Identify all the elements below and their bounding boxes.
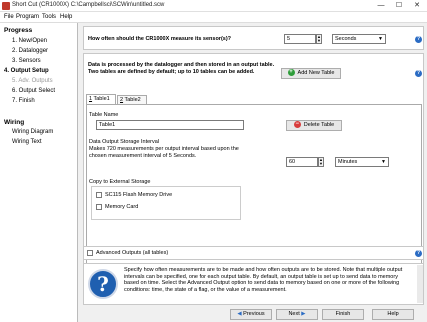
- info-icon: ?: [88, 269, 118, 299]
- help-icon[interactable]: ?: [415, 250, 422, 257]
- delete-icon: −: [293, 121, 301, 129]
- copy-storage-label: Copy to External Storage: [89, 179, 151, 185]
- menu-file[interactable]: File: [4, 14, 14, 20]
- advanced-outputs-checkbox[interactable]: [87, 250, 93, 256]
- add-icon: +: [287, 69, 295, 77]
- chevron-down-icon: ▼: [378, 36, 383, 42]
- window-title: Short Cut (CR1000X) C:\Campbellsci\SCWin…: [12, 2, 165, 8]
- wiring-header: Wiring: [4, 119, 25, 126]
- memory-card-checkbox[interactable]: [96, 204, 102, 210]
- tab-table1-num: 1: [89, 96, 93, 102]
- menu-tools[interactable]: Tools: [42, 14, 56, 20]
- table-name-input[interactable]: Table1: [96, 120, 244, 130]
- interval-description: Makes 720 measurements per output interv…: [89, 146, 239, 159]
- help-button[interactable]: Help: [372, 309, 414, 320]
- tables-panel: Data is processed by the datalogger and …: [83, 53, 424, 265]
- step-new-open[interactable]: 1. New/Open: [12, 38, 47, 44]
- title-bar: Short Cut (CR1000X) C:\Campbellsci\SCWin…: [0, 0, 427, 12]
- tables-info-text: Data is processed by the datalogger and …: [88, 62, 275, 75]
- output-interval-input[interactable]: 60: [286, 157, 318, 167]
- step-sensors[interactable]: 3. Sensors: [12, 58, 41, 64]
- tab-table2-label: Table2: [124, 97, 141, 103]
- tab-content: Table Name Table1 − Delete Table Data Out…: [86, 104, 422, 264]
- arrow-right-icon: ▶: [301, 311, 306, 317]
- info-panel: ? Specify how often measurements are to …: [83, 263, 424, 305]
- interval-label: Data Output Storage Interval: [89, 139, 160, 145]
- step-adv-outputs: 5. Adv. Outputs: [12, 78, 53, 84]
- arrow-left-icon: ◀: [237, 311, 242, 317]
- measure-interval-input[interactable]: 5: [284, 34, 316, 44]
- output-interval-spinner[interactable]: ▲ ▼: [318, 157, 324, 167]
- output-unit-select[interactable]: Minutes ▼: [335, 157, 389, 167]
- next-button[interactable]: Next ▶: [276, 309, 318, 320]
- sc115-label: SC115 Flash Memory Drive: [105, 192, 173, 198]
- menu-program[interactable]: Program: [16, 14, 39, 20]
- previous-label: Previous: [243, 311, 265, 317]
- measure-panel: How often should the CR1000X measure its…: [83, 26, 424, 50]
- sidebar: Progress 1. New/Open 2. Datalogger 3. Se…: [0, 23, 78, 322]
- sc115-checkbox[interactable]: [96, 192, 102, 198]
- step-output-select[interactable]: 6. Output Select: [12, 88, 55, 94]
- next-label: Next: [288, 311, 300, 317]
- help-icon[interactable]: ?: [415, 70, 422, 77]
- previous-button[interactable]: ◀ Previous: [230, 309, 272, 320]
- maximize-button[interactable]: ☐: [390, 0, 408, 12]
- menu-bar: File Program Tools Help: [0, 12, 427, 23]
- step-finish[interactable]: 7. Finish: [12, 98, 35, 104]
- tab-table1[interactable]: 1 Table1: [86, 94, 116, 104]
- minimize-button[interactable]: —: [372, 0, 390, 12]
- wiring-text-link[interactable]: Wiring Text: [12, 139, 42, 145]
- memory-card-label: Memory Card: [105, 204, 139, 210]
- add-table-button[interactable]: + Add New Table: [281, 68, 341, 79]
- table-name-label: Table Name: [89, 112, 119, 118]
- menu-help[interactable]: Help: [60, 14, 72, 20]
- tab-table2-num: 2: [120, 97, 124, 103]
- chevron-down-icon: ▼: [381, 159, 386, 165]
- finish-button[interactable]: Finish: [322, 309, 364, 320]
- delete-table-label: Delete Table: [303, 122, 335, 128]
- close-button[interactable]: ✕: [408, 0, 426, 12]
- measure-interval-spinner[interactable]: ▲ ▼: [316, 34, 322, 44]
- measure-unit-select[interactable]: Seconds ▼: [332, 34, 386, 44]
- measure-unit-value: Seconds: [335, 36, 357, 42]
- output-unit-value: Minutes: [338, 159, 358, 165]
- main-content: How often should the CR1000X measure its…: [80, 23, 427, 322]
- delete-table-button[interactable]: − Delete Table: [286, 120, 342, 131]
- measure-question: How often should the CR1000X measure its…: [88, 36, 232, 42]
- add-table-label: Add New Table: [297, 70, 335, 76]
- advanced-outputs-label: Advanced Outputs (all tables): [96, 250, 169, 256]
- advanced-outputs-panel: Advanced Outputs (all tables) ?: [83, 246, 424, 260]
- info-text: Specify how often measurements are to be…: [124, 267, 403, 293]
- copy-storage-group: SC115 Flash Memory Drive Memory Card: [91, 186, 241, 220]
- step-datalogger[interactable]: 2. Datalogger: [12, 48, 48, 54]
- info-scrollbar[interactable]: [417, 265, 423, 303]
- help-icon[interactable]: ?: [415, 36, 422, 43]
- app-icon: [2, 2, 10, 10]
- tab-table1-label: Table1: [93, 96, 110, 102]
- progress-header: Progress: [4, 27, 33, 34]
- wiring-diagram-link[interactable]: Wiring Diagram: [12, 129, 53, 135]
- step-output-setup[interactable]: 4. Output Setup: [4, 68, 49, 74]
- tab-table2[interactable]: 2 Table2: [117, 95, 147, 104]
